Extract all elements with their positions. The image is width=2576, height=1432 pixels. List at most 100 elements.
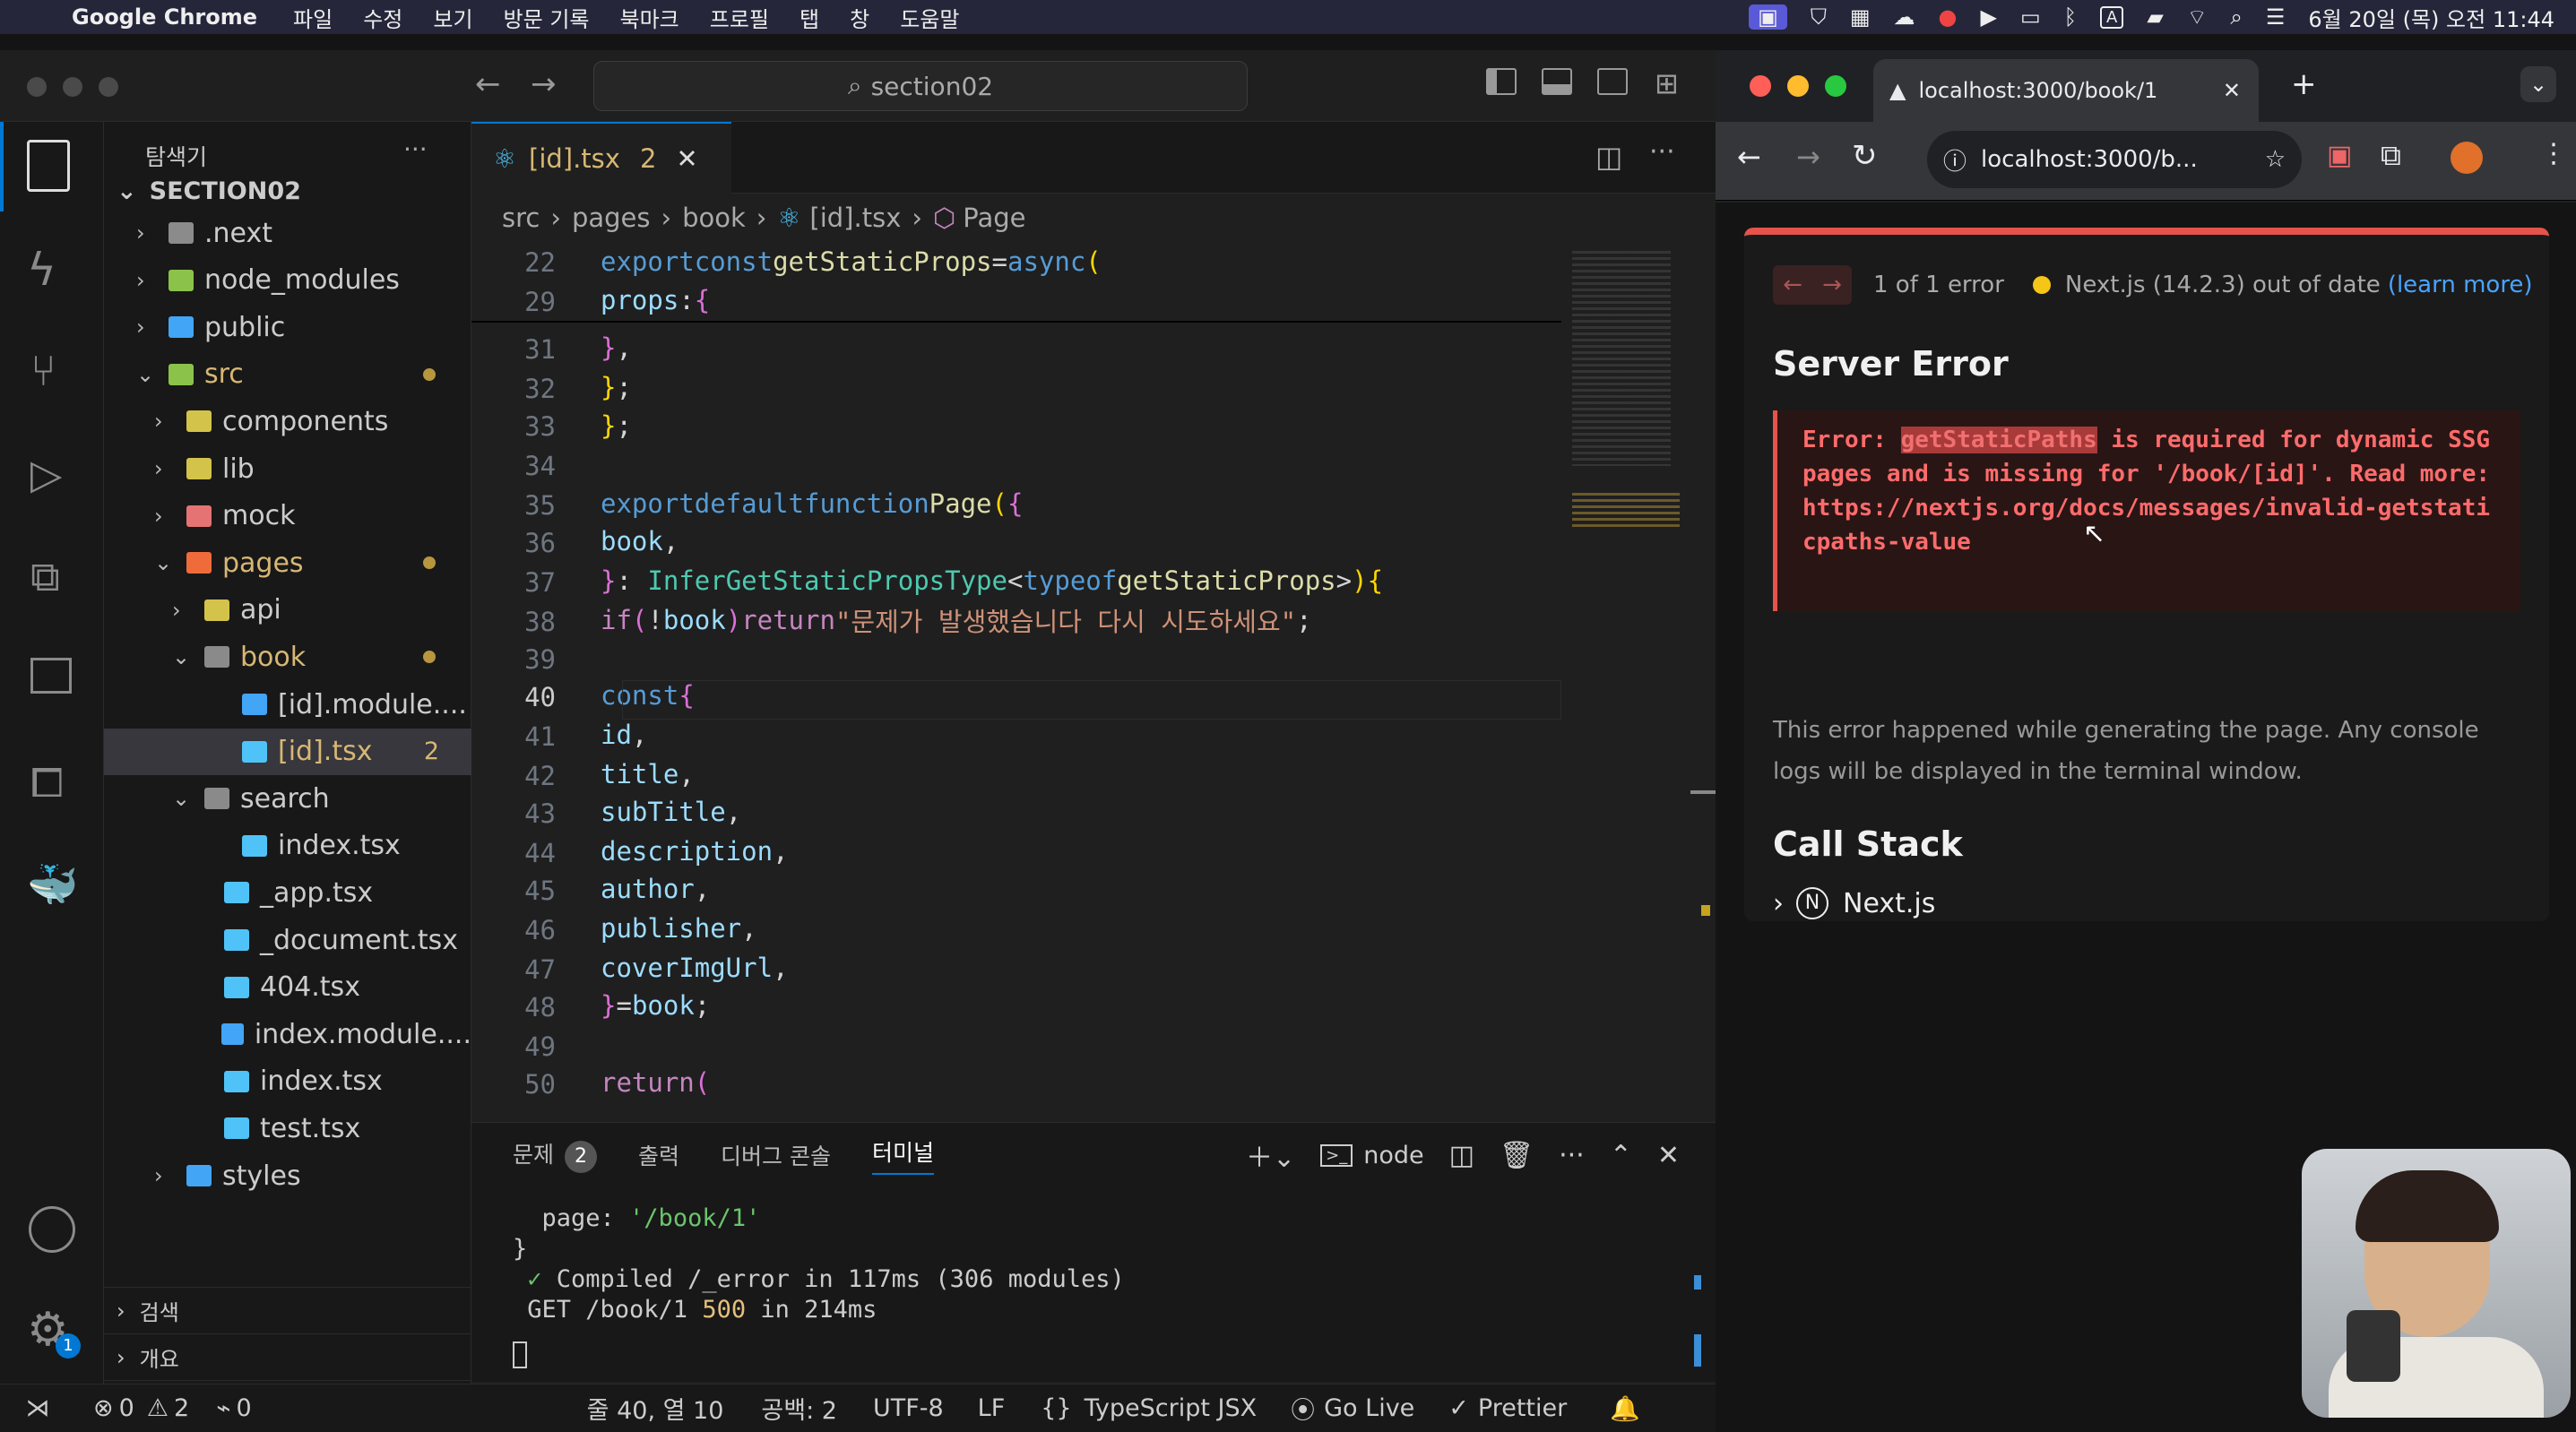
extensions-icon[interactable]: ⧉ <box>30 552 60 602</box>
search-icon[interactable]: ⌕ <box>2230 4 2242 30</box>
tree-item[interactable]: index.module.... <box>104 1011 471 1057</box>
display-icon[interactable]: ▭ <box>2020 4 2041 30</box>
collapsed-section[interactable]: › 개요 <box>104 1333 471 1380</box>
tree-item[interactable]: 404.tsx <box>104 964 471 1011</box>
tree-item[interactable]: ⌄ src <box>104 351 471 398</box>
grid-icon[interactable]: ▦ <box>1850 4 1871 30</box>
menu-item[interactable]: 창 <box>850 2 869 33</box>
menu-item[interactable]: 방문 기록 <box>504 2 590 33</box>
lightning-icon[interactable]: ϟ <box>27 244 56 296</box>
clock[interactable]: 6월 20일 (목) 오전 11:44 <box>2308 2 2554 33</box>
split-terminal-icon[interactable]: ◫ <box>1449 1140 1474 1171</box>
terminal-output[interactable]: page: '/book/1'} ✓ Compiled /_error in 1… <box>513 1203 1678 1325</box>
remote-explorer-icon[interactable] <box>30 658 72 694</box>
workspace-root[interactable]: ⌄ SECTION02 <box>117 168 301 213</box>
chrome-menu-icon[interactable]: ⋮ <box>2540 138 2567 169</box>
tree-item[interactable]: [id].tsx 2 <box>104 728 471 775</box>
omnibox[interactable]: ⓘ localhost:3000/b... ☆ <box>1927 131 2302 188</box>
back-icon[interactable]: ← <box>1737 140 1761 174</box>
editor-more-icon[interactable]: ··· <box>1649 136 1675 168</box>
docker-icon[interactable]: 🐳 <box>27 860 78 910</box>
tab-close-icon[interactable]: ✕ <box>2223 78 2241 103</box>
tree-item[interactable]: › node_modules <box>104 257 471 304</box>
source-control-icon[interactable]: ⑂ <box>30 346 56 396</box>
new-terminal-icon[interactable]: ＋⌄ <box>1246 1135 1295 1175</box>
line-ending[interactable]: LF <box>978 1394 1006 1422</box>
menu-item[interactable]: 보기 <box>433 2 472 33</box>
tree-item[interactable]: ⌄ search <box>104 775 471 822</box>
new-tab-icon[interactable]: + <box>2291 66 2317 102</box>
window-minimize-button[interactable] <box>1787 75 1809 97</box>
window-maximize-button[interactable] <box>1825 75 1846 97</box>
code-editor[interactable]: 22 export const getStaticProps = async (2… <box>471 242 1561 1228</box>
profile-avatar[interactable] <box>2451 142 2483 174</box>
tree-item[interactable]: › mock <box>104 493 471 539</box>
control-center-icon[interactable]: ☰ <box>2266 4 2286 30</box>
tree-item[interactable]: › lib <box>104 445 471 492</box>
tree-item[interactable]: _document.tsx <box>104 917 471 963</box>
run-debug-icon[interactable]: ▷ <box>30 450 62 498</box>
errors-icon[interactable]: ⊗ <box>93 1394 114 1422</box>
screen-share-icon[interactable]: ▣ <box>1749 4 1787 30</box>
bluetooth-icon[interactable]: ᛒ <box>2064 4 2077 30</box>
wifi-icon[interactable]: ⌔ <box>2187 4 2208 30</box>
menu-item[interactable]: 프로필 <box>710 2 769 33</box>
ports-icon[interactable]: ⌁ <box>216 1394 230 1422</box>
forward-arrow-icon[interactable]: → <box>531 66 557 102</box>
minimap[interactable] <box>1565 242 1687 1228</box>
battery-icon[interactable]: ▰ <box>2147 4 2163 30</box>
indentation[interactable]: 공백: 2 <box>761 1391 837 1426</box>
terminal-name[interactable]: node <box>1363 1142 1423 1169</box>
kill-terminal-icon[interactable]: 🗑 <box>1500 1140 1534 1171</box>
input-icon[interactable]: A <box>2100 5 2124 29</box>
toggle-secondary-sidebar-icon[interactable] <box>1597 68 1628 95</box>
accounts-icon[interactable] <box>29 1206 75 1253</box>
panel-tab[interactable]: 출력 <box>638 1139 679 1171</box>
window-maximize-button[interactable] <box>99 77 118 97</box>
testing-icon[interactable]: ⧠ <box>30 758 64 808</box>
play-icon[interactable]: ▶ <box>1980 4 1996 30</box>
browser-tab[interactable]: ▲ localhost:3000/book/1 ✕ <box>1873 59 2259 122</box>
menu-item[interactable]: 수정 <box>363 2 402 33</box>
tree-item[interactable]: test.tsx <box>104 1105 471 1152</box>
extension-icon[interactable]: ▣ <box>2327 140 2352 171</box>
tree-item[interactable]: [id].module.... <box>104 681 471 728</box>
window-close-button[interactable] <box>1750 75 1771 97</box>
go-live-button[interactable]: Go Live <box>1324 1394 1414 1422</box>
window-close-button[interactable] <box>27 77 47 97</box>
notifications-icon[interactable]: 🔔 <box>1610 1394 1640 1423</box>
menu-item[interactable]: 북마크 <box>620 2 679 33</box>
remote-icon[interactable]: ⋊ <box>0 1394 75 1422</box>
toggle-panel-icon[interactable] <box>1542 68 1572 95</box>
customize-layout-icon[interactable]: ⊞ <box>1655 66 1679 100</box>
panel-tab[interactable]: 문제 2 <box>513 1137 598 1173</box>
tree-item[interactable]: › components <box>104 398 471 444</box>
reload-icon[interactable]: ↻ <box>1852 138 1878 174</box>
language-mode[interactable]: TypeScript JSX <box>1085 1394 1258 1422</box>
shield-icon[interactable]: ⛉ <box>1811 4 1827 30</box>
command-center-search[interactable]: ⌕ section02 <box>593 61 1248 111</box>
back-arrow-icon[interactable]: ← <box>475 66 501 102</box>
breadcrumb-item[interactable]: src <box>502 203 540 233</box>
window-minimize-button[interactable] <box>63 77 82 97</box>
site-info-icon[interactable]: ⓘ <box>1943 143 1967 177</box>
menu-item[interactable]: 탭 <box>800 2 819 33</box>
tree-item[interactable]: ⌄ pages <box>104 539 471 586</box>
split-editor-icon[interactable]: ◫ <box>1595 140 1622 174</box>
encoding[interactable]: UTF-8 <box>873 1394 944 1422</box>
prev-error-button[interactable]: ← <box>1773 265 1812 305</box>
panel-tab[interactable]: 터미널 <box>871 1135 934 1175</box>
breadcrumb-item[interactable]: book <box>682 203 746 233</box>
prettier-button[interactable]: Prettier <box>1478 1394 1567 1422</box>
bookmark-star-icon[interactable]: ☆ <box>2265 146 2286 173</box>
tab-id-tsx[interactable]: ⚛ [id].tsx 2 ✕ <box>471 122 731 194</box>
menu-item[interactable]: 도움말 <box>900 2 959 33</box>
maximize-panel-icon[interactable]: ⌃ <box>1610 1140 1632 1171</box>
breadcrumb-item[interactable]: pages <box>572 203 651 233</box>
breadcrumb-item[interactable]: [id].tsx <box>809 203 901 233</box>
cursor-position[interactable]: 줄 40, 열 10 <box>587 1391 724 1426</box>
extensions-puzzle-icon[interactable]: ⧉ <box>2381 138 2401 173</box>
call-stack-item[interactable]: › N Next.js <box>1773 887 1935 919</box>
tree-item[interactable]: › api <box>104 587 471 634</box>
panel-more-icon[interactable]: ··· <box>1559 1140 1585 1171</box>
